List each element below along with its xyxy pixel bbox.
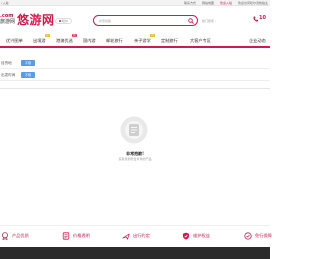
nav-item-cruise[interactable]: 邮轮旅行 [106, 38, 123, 44]
service-label: 免行保障 [255, 233, 272, 238]
nav-item-deals[interactable]: 优兴图单 [6, 38, 23, 44]
nav-item-custom[interactable]: 定制旅行 [161, 38, 178, 44]
service-label: 价格透明 [73, 233, 90, 238]
city-label: 哈尔 [61, 19, 68, 23]
logo-wordmark[interactable]: 悠游网 [17, 13, 55, 27]
service-item-travel: 出行约定 [122, 232, 150, 240]
nav-label: 定制旅行 [161, 38, 178, 43]
nav-item-news[interactable]: 企业动态 [249, 38, 266, 44]
filter-chip-any[interactable]: 不限 [21, 60, 35, 66]
hotline: 10 [253, 15, 266, 22]
nav-badge: 新 [72, 34, 77, 37]
search-input[interactable] [99, 18, 179, 24]
phone-icon [253, 16, 258, 22]
filter-row-departure: 出发时间 不限 [0, 70, 270, 81]
nav-label: 出境游 [33, 38, 46, 43]
shield-icon [182, 232, 190, 240]
nav-label: 企业动态 [249, 38, 266, 43]
nav-label: 亲子游学 [134, 38, 151, 43]
hotline-number: 10 [259, 15, 266, 21]
empty-state-icon [120, 116, 148, 144]
service-item-quality: 产品优质 [1, 232, 29, 240]
guarantee-icon [244, 232, 252, 240]
chevron-right-icon: › [214, 19, 217, 23]
service-item-price: 价格透明 [62, 232, 90, 240]
nav-badge: 热 [45, 34, 50, 37]
filter-chip-any[interactable]: 不限 [21, 72, 35, 78]
hot-search-link[interactable]: 热门搜索 › [202, 18, 216, 24]
empty-state-subtitle: 没有找到符合条件的产品 [118, 157, 152, 161]
service-label: 维护权益 [193, 233, 210, 238]
nav-item-hkmacau[interactable]: 港澳优选 新 [56, 34, 77, 44]
travel-icon [122, 233, 130, 240]
filter-label: 目的地 [1, 61, 12, 65]
service-strip: 产品优质 价格透明 出行约定 维护权益 免行保障 [0, 225, 272, 247]
divider [0, 88, 270, 89]
nav-label: 港澳优选 [56, 38, 73, 43]
filter-label: 出发时间 [1, 73, 16, 77]
nav-item-corporate[interactable]: 大客户专区 [190, 38, 211, 44]
site-footer [0, 247, 270, 259]
nav-label: 大客户专区 [190, 38, 211, 43]
nav-label: 邮轮旅行 [106, 38, 123, 43]
main-nav: 优兴图单 出境游 热 港澳优选 新 国内游 邮轮旅行 亲子游学 热 定制旅行 大… [0, 34, 270, 48]
city-selector[interactable]: 哈尔 [55, 18, 72, 24]
service-item-rights: 维护权益 [182, 232, 210, 240]
filter-row-destination: 目的地 不限 [0, 58, 270, 69]
search-icon[interactable] [188, 18, 194, 24]
nav-label: 优兴图单 [6, 38, 23, 43]
logo-caption: 旅游网 [0, 19, 16, 25]
service-label: 产品优质 [12, 233, 29, 238]
service-label: 出行约定 [133, 233, 150, 238]
nav-item-outbound[interactable]: 出境游 热 [33, 34, 50, 44]
nav-badge: 热 [150, 34, 155, 37]
badge-icon [2, 232, 8, 240]
service-item-guarantee: 免行保障 [244, 232, 272, 240]
site-header: .com 旅游网 悠游网 哈尔 热门搜索 › 10 [0, 6, 270, 34]
nav-label: 国内游 [83, 38, 96, 43]
nav-item-domestic[interactable]: 国内游 [83, 38, 96, 44]
hot-search-label: 热门搜索 [202, 19, 215, 23]
search-box [93, 15, 198, 26]
location-pin-icon [58, 20, 61, 22]
price-icon [62, 232, 70, 240]
nav-item-family[interactable]: 亲子游学 热 [134, 34, 155, 44]
